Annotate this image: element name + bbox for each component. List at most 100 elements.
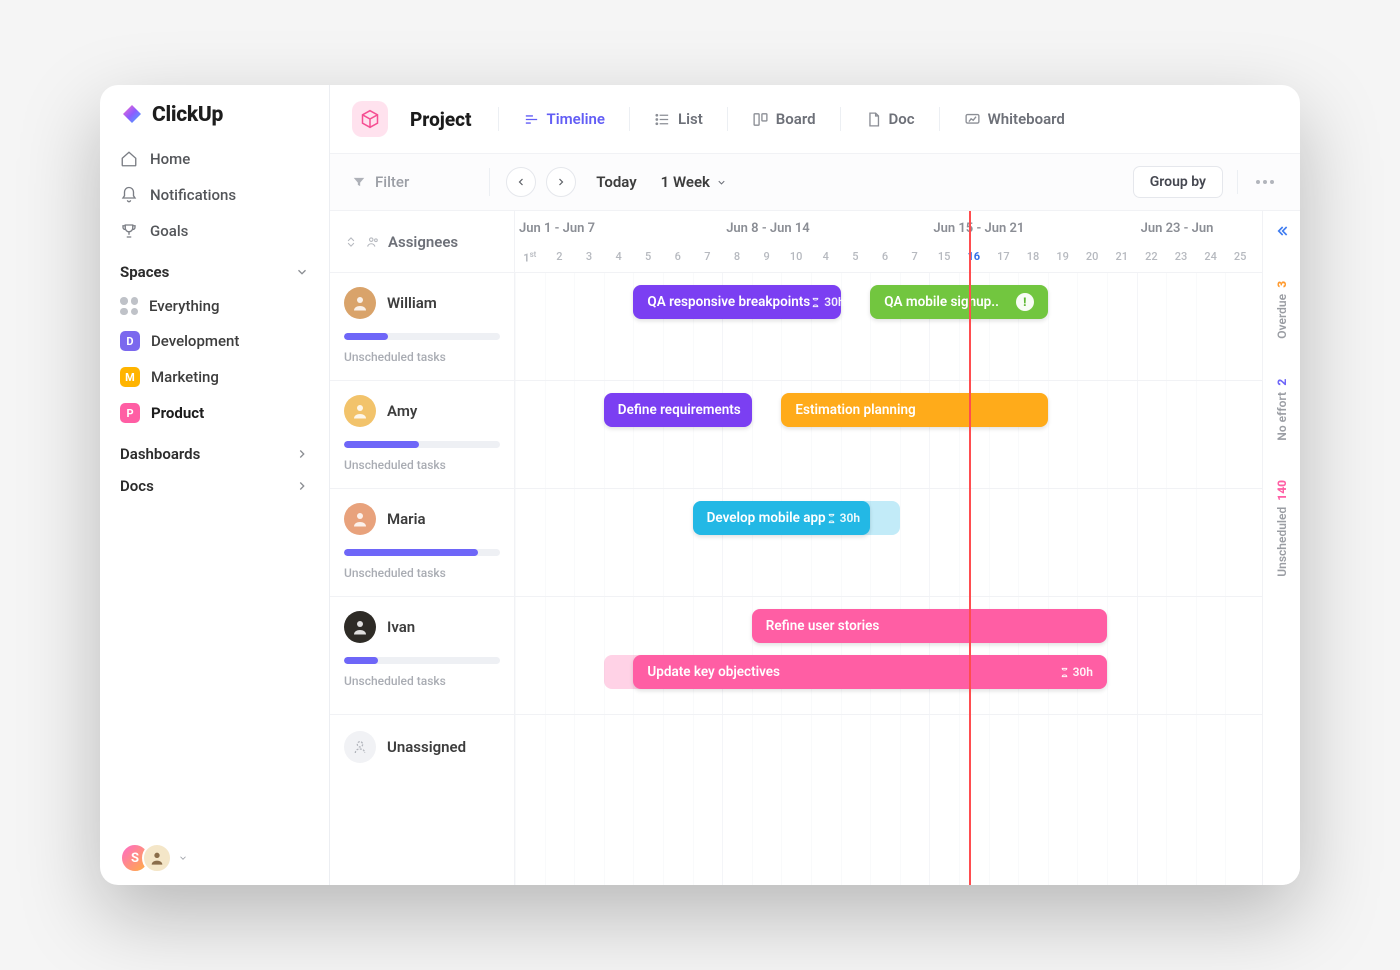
task-bar[interactable]: Define requirements bbox=[604, 393, 752, 427]
list-icon bbox=[654, 111, 671, 128]
assignee-row-amy[interactable]: AmyUnscheduled tasks bbox=[330, 381, 514, 489]
sidebar-space-marketing[interactable]: M Marketing bbox=[100, 359, 329, 395]
chevron-down-icon bbox=[295, 265, 309, 279]
task-hours: 30h bbox=[1059, 665, 1093, 679]
nav-goals[interactable]: Goals bbox=[100, 213, 329, 249]
filter-icon bbox=[352, 175, 366, 189]
view-tab-list[interactable]: List bbox=[652, 106, 705, 132]
filter-label: Filter bbox=[375, 173, 409, 191]
view-tab-whiteboard[interactable]: Whiteboard bbox=[962, 106, 1067, 132]
task-bar[interactable]: QA mobile signup..! bbox=[870, 285, 1048, 319]
unscheduled-tasks-label[interactable]: Unscheduled tasks bbox=[344, 350, 500, 364]
space-badge: M bbox=[120, 367, 140, 387]
status-overdue[interactable]: Overdue 3 bbox=[1275, 281, 1289, 339]
alert-icon: ! bbox=[1016, 293, 1034, 311]
nav-goals-label: Goals bbox=[150, 222, 188, 240]
view-tab-doc[interactable]: Doc bbox=[863, 106, 917, 132]
timeline-grid[interactable]: 1st234567891045671516171819202122232425 … bbox=[515, 211, 1262, 885]
status-strip: Overdue 3 No effort 2 Unscheduled 140 bbox=[1262, 211, 1300, 885]
unscheduled-tasks-label[interactable]: Unscheduled tasks bbox=[344, 566, 500, 580]
timeline-next-button[interactable] bbox=[546, 167, 576, 197]
timeline-prev-button[interactable] bbox=[506, 167, 536, 197]
chevron-down-icon bbox=[716, 177, 727, 188]
grouping-header[interactable]: Assignees bbox=[330, 211, 514, 273]
spaces-header-label: Spaces bbox=[120, 263, 169, 281]
day-cell: 7 bbox=[693, 250, 723, 263]
day-cell: 2 bbox=[545, 250, 575, 263]
task-bar[interactable]: Refine user stories bbox=[752, 609, 1107, 643]
task-bar[interactable]: Develop mobile app30h bbox=[693, 501, 871, 535]
timeline-lane[interactable]: Refine user stories Update key objectives… bbox=[515, 597, 1262, 715]
nav-home-label: Home bbox=[150, 150, 190, 168]
sidebar-footer[interactable]: S bbox=[100, 843, 329, 873]
assignee-name: Ivan bbox=[387, 618, 415, 636]
brand-logo[interactable]: ClickUp bbox=[100, 103, 329, 141]
whiteboard-icon bbox=[964, 111, 981, 128]
day-cell: 6 bbox=[663, 250, 693, 263]
timeline-lane[interactable]: Define requirements Estimation planning bbox=[515, 381, 1262, 489]
view-tab-timeline[interactable]: Timeline bbox=[521, 106, 607, 132]
assignee-row-unassigned[interactable]: Unassigned bbox=[330, 715, 514, 779]
more-menu-button[interactable] bbox=[1252, 176, 1278, 188]
filter-button[interactable]: Filter bbox=[352, 173, 409, 191]
sidebar-space-development[interactable]: DDevelopment bbox=[100, 323, 329, 359]
status-label: Unscheduled bbox=[1275, 507, 1289, 577]
task-hours: 30h bbox=[826, 511, 860, 525]
collapse-panel-button[interactable] bbox=[1274, 223, 1290, 243]
everything-label: Everything bbox=[149, 297, 219, 315]
avatar bbox=[344, 611, 376, 643]
task-label: Estimation planning bbox=[795, 402, 915, 418]
week-label: Jun 15 - Jun 21 bbox=[933, 221, 1024, 236]
nav-notifications[interactable]: Notifications bbox=[100, 177, 329, 213]
sort-icon bbox=[344, 235, 358, 249]
workload-bar bbox=[344, 549, 500, 556]
today-button[interactable]: Today bbox=[596, 173, 636, 191]
day-cell: 7 bbox=[900, 250, 930, 263]
project-title: Project bbox=[410, 108, 472, 131]
chevron-right-icon bbox=[555, 176, 567, 188]
sidebar-space-product[interactable]: PProduct bbox=[100, 395, 329, 431]
task-bar[interactable]: Update key objectives 30h bbox=[633, 655, 1107, 689]
task-bar[interactable]: QA responsive breakpoints30h bbox=[633, 285, 840, 319]
day-cell: 18 bbox=[1018, 250, 1048, 263]
sidebar-everything[interactable]: Everything bbox=[100, 289, 329, 323]
spaces-header[interactable]: Spaces bbox=[100, 249, 329, 289]
day-cell: 22 bbox=[1137, 250, 1167, 263]
app-window: ClickUp Home Notifications Goals Spaces … bbox=[100, 85, 1300, 885]
day-cell: 9 bbox=[752, 250, 782, 263]
task-label: QA responsive breakpoints bbox=[647, 294, 810, 310]
space-label: Marketing bbox=[151, 368, 219, 386]
assignee-row-maria[interactable]: MariaUnscheduled tasks bbox=[330, 489, 514, 597]
status-no-effort[interactable]: No effort 2 bbox=[1275, 379, 1289, 441]
task-bar[interactable]: Estimation planning bbox=[781, 393, 1047, 427]
task-label: Develop mobile app bbox=[707, 510, 826, 526]
grouping-label: Assignees bbox=[388, 233, 458, 251]
day-cell: 25 bbox=[1225, 250, 1255, 263]
view-tab-label: Whiteboard bbox=[988, 110, 1065, 128]
sidebar-dashboards[interactable]: Dashboards bbox=[100, 431, 329, 471]
status-count: 2 bbox=[1275, 379, 1289, 386]
day-cell: 17 bbox=[989, 250, 1019, 263]
workload-bar bbox=[344, 657, 500, 664]
unscheduled-tasks-label[interactable]: Unscheduled tasks bbox=[344, 458, 500, 472]
sidebar: ClickUp Home Notifications Goals Spaces … bbox=[100, 85, 330, 885]
task-label: Update key objectives bbox=[647, 664, 780, 680]
unscheduled-tasks-label[interactable]: Unscheduled tasks bbox=[344, 674, 500, 688]
status-count: 140 bbox=[1275, 480, 1289, 501]
nav-home[interactable]: Home bbox=[100, 141, 329, 177]
project-badge bbox=[352, 101, 388, 137]
chevron-right-icon bbox=[295, 447, 309, 461]
space-label: Development bbox=[151, 332, 239, 350]
assignee-row-william[interactable]: WilliamUnscheduled tasks bbox=[330, 273, 514, 381]
groupby-button[interactable]: Group by bbox=[1133, 166, 1223, 198]
bell-icon bbox=[120, 186, 138, 204]
status-unscheduled[interactable]: Unscheduled 140 bbox=[1275, 480, 1289, 577]
timeline-lane[interactable]: Develop mobile app30h bbox=[515, 489, 1262, 597]
range-selector[interactable]: 1 Week bbox=[661, 173, 727, 191]
sidebar-docs[interactable]: Docs bbox=[100, 471, 329, 503]
view-tab-board[interactable]: Board bbox=[750, 106, 818, 132]
assignee-row-ivan[interactable]: Ivan Unscheduled tasks bbox=[330, 597, 514, 715]
task-hours: 30h bbox=[810, 295, 844, 309]
week-label: Jun 8 - Jun 14 bbox=[726, 221, 810, 236]
timeline-lane[interactable]: QA responsive breakpoints30h QA mobile si… bbox=[515, 273, 1262, 381]
